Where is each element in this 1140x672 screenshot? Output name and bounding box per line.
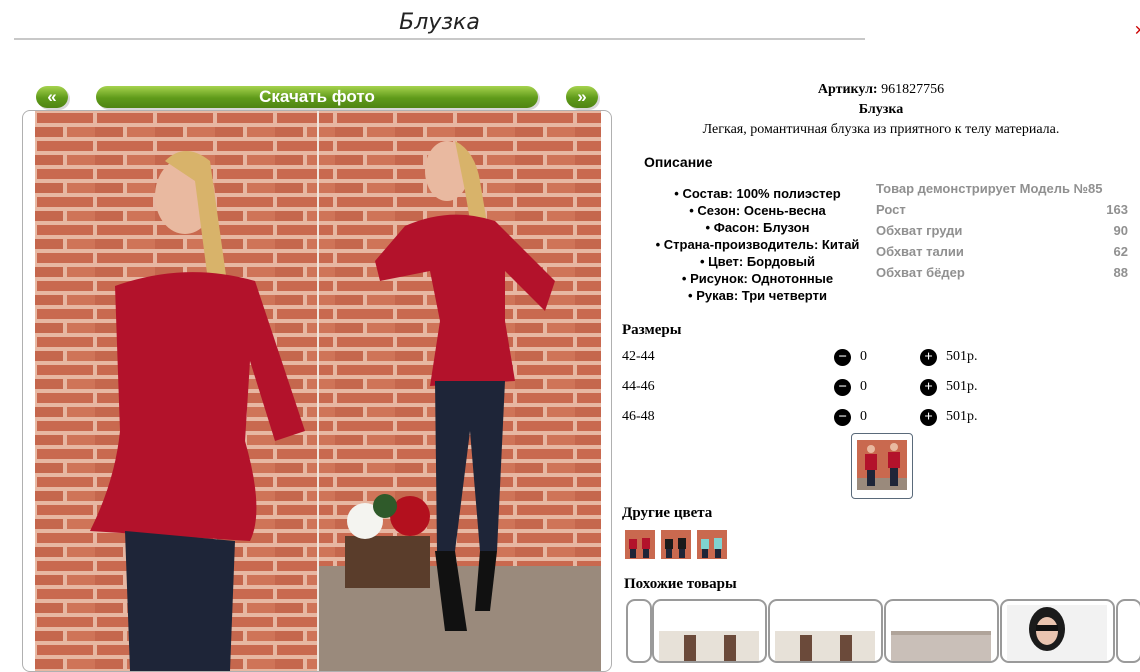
measure-row: Обхват талии 62 [876, 241, 1128, 262]
measure-label: Обхват талии [876, 244, 964, 259]
page-title: Блузка [14, 6, 865, 40]
measure-row: Рост 163 [876, 199, 1128, 220]
list-item: Рукав: Три четверти [640, 287, 875, 304]
measure-value: 163 [1106, 202, 1128, 217]
plus-icon[interactable]: + [920, 349, 937, 366]
size-label: 44-46 [622, 379, 655, 394]
photo-frame [22, 110, 612, 672]
minus-icon[interactable]: − [834, 379, 851, 396]
list-item: Цвет: Бордовый [640, 253, 875, 270]
model-heading: Товар демонстрирует Модель №85 [876, 181, 1103, 196]
quantity-value: 0 [860, 349, 867, 364]
price: 501р. [946, 349, 978, 364]
model-measurements: Товар демонстрирует Модель №85 Рост 163 О… [876, 178, 1128, 283]
list-item: Страна-производитель: Китай [640, 236, 875, 253]
size-row: 44-46 − 0 + 501р. [622, 377, 1002, 399]
similar-item[interactable] [768, 599, 883, 663]
list-item: Фасон: Блузон [640, 219, 875, 236]
quantity-value: 0 [860, 409, 867, 424]
product-summary: Легкая, романтичная блузка из приятного … [702, 122, 1060, 137]
list-item: Состав: 100% полиэстер [640, 185, 875, 202]
measure-row: Обхват бёдер 88 [876, 262, 1128, 283]
size-row: 42-44 − 0 + 501р. [622, 347, 1002, 369]
plus-icon[interactable]: + [920, 379, 937, 396]
similar-item[interactable] [884, 599, 999, 663]
measure-label: Обхват бёдер [876, 265, 965, 280]
list-item: Рисунок: Однотонные [640, 270, 875, 287]
quantity-value: 0 [860, 379, 867, 394]
measure-value: 88 [1113, 265, 1128, 280]
minus-icon[interactable]: − [834, 409, 851, 426]
similar-item[interactable] [1000, 599, 1115, 663]
size-label: 46-48 [622, 409, 655, 424]
sizes-heading: Размеры [622, 322, 682, 338]
selected-thumbnail[interactable] [851, 433, 913, 499]
product-photo[interactable] [35, 111, 601, 671]
measure-value: 62 [1113, 244, 1128, 259]
measure-value: 90 [1113, 223, 1128, 238]
detail-list: Состав: 100% полиэстер Сезон: Осень-весн… [640, 185, 875, 304]
list-item: Сезон: Осень-весна [640, 202, 875, 219]
prev-photo-button[interactable]: « [36, 86, 68, 108]
color-swatch-black[interactable] [661, 530, 691, 559]
size-row: 46-48 − 0 + 501р. [622, 407, 1002, 429]
similar-scroll-right[interactable] [1116, 599, 1140, 663]
size-label: 42-44 [622, 349, 655, 364]
article-label: Артикул: [817, 82, 878, 97]
plus-icon[interactable]: + [920, 409, 937, 426]
similar-item[interactable] [652, 599, 767, 663]
next-photo-button[interactable]: » [566, 86, 598, 108]
product-name: Блузка [858, 102, 904, 117]
minus-icon[interactable]: − [834, 349, 851, 366]
price: 501р. [946, 409, 978, 424]
article-value: 961827756 [881, 82, 945, 97]
similar-scroll-left[interactable] [626, 599, 652, 663]
article-line: Артикул: 961827756 [622, 82, 1140, 98]
other-colors-heading: Другие цвета [622, 505, 713, 521]
measure-label: Рост [876, 202, 906, 217]
download-photo-button[interactable]: Скачать фото [96, 86, 538, 108]
price: 501р. [946, 379, 978, 394]
color-swatch-red[interactable] [625, 530, 655, 559]
description-heading: Описание [644, 154, 713, 170]
color-swatch-mint[interactable] [697, 530, 727, 559]
measure-label: Обхват груди [876, 223, 963, 238]
close-icon[interactable]: ✕ [1134, 22, 1140, 36]
similar-heading: Похожие товары [624, 576, 737, 592]
measure-row: Обхват груди 90 [876, 220, 1128, 241]
